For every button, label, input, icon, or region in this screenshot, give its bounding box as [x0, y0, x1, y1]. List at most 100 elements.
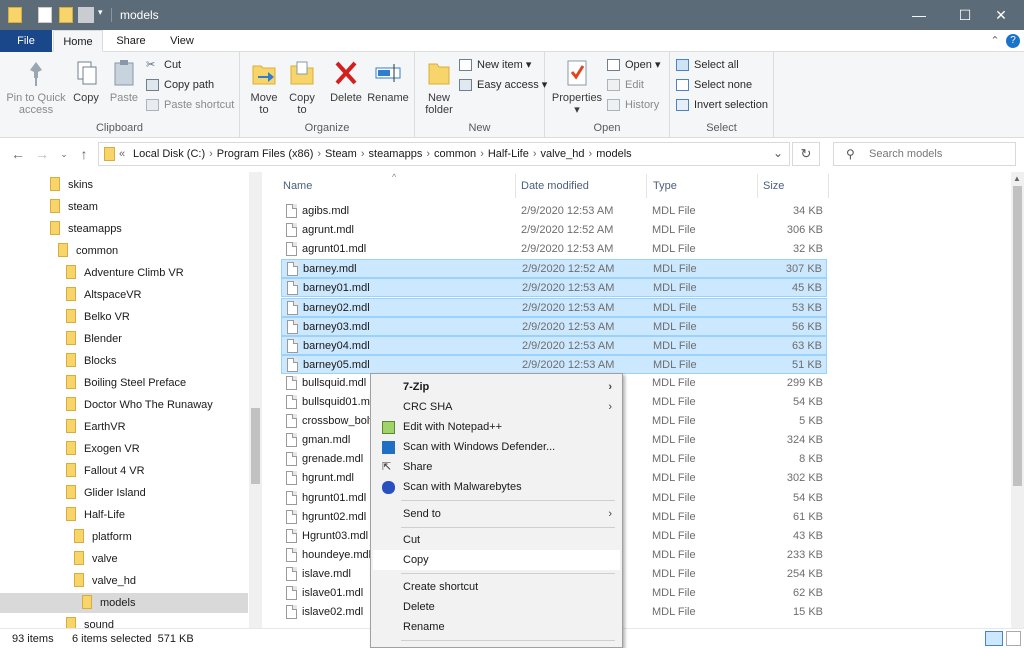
- breadcrumb-separator[interactable]: ›: [480, 148, 484, 160]
- collapse-ribbon-icon[interactable]: ⌃: [988, 30, 1002, 52]
- breadcrumb-item[interactable]: Local Disk (C:): [133, 148, 205, 160]
- table-row[interactable]: barney01.mdl 2/9/2020 12:53 AM MDL File 45 …: [281, 278, 827, 298]
- menu-item-cut[interactable]: Cut: [373, 530, 620, 550]
- properties-icon[interactable]: [38, 7, 52, 23]
- tree-item[interactable]: Doctor Who The Runaway: [66, 395, 213, 415]
- tree-item[interactable]: Glider Island: [66, 483, 146, 503]
- new-folder-button[interactable]: New folder: [419, 58, 459, 116]
- recent-locations-button[interactable]: ⌄: [56, 146, 72, 162]
- breadcrumb-item[interactable]: models: [596, 148, 631, 160]
- breadcrumb-item[interactable]: Steam: [325, 148, 357, 160]
- new-folder-icon[interactable]: [59, 7, 73, 23]
- help-icon[interactable]: ?: [1006, 34, 1020, 48]
- paste-button[interactable]: Paste: [106, 58, 142, 104]
- tree-item[interactable]: steam: [50, 197, 98, 217]
- menu-item-send-to[interactable]: Send to ›: [373, 504, 620, 524]
- menu-item-rename[interactable]: Rename: [373, 617, 620, 637]
- delete-button[interactable]: Delete: [328, 58, 364, 104]
- select-none-button[interactable]: Select none: [676, 76, 752, 94]
- tree-item[interactable]: platform: [74, 527, 132, 547]
- tree-item[interactable]: valve: [74, 549, 118, 569]
- tab-home[interactable]: Home: [53, 30, 103, 52]
- breadcrumb-separator[interactable]: ›: [209, 148, 213, 160]
- undo-icon[interactable]: [78, 7, 94, 23]
- tree-item[interactable]: common: [58, 241, 118, 261]
- tree-item[interactable]: Adventure Climb VR: [66, 263, 184, 283]
- column-size[interactable]: Size: [763, 180, 784, 192]
- move-to-button[interactable]: Move to: [246, 58, 282, 116]
- new-item-button[interactable]: New item ▾: [459, 56, 531, 74]
- tab-view[interactable]: View: [160, 30, 204, 52]
- chevron-down-icon[interactable]: ⌄: [773, 146, 783, 160]
- breadcrumb-separator[interactable]: ›: [361, 148, 365, 160]
- tree-item[interactable]: EarthVR: [66, 417, 126, 437]
- menu-item-windows-defender[interactable]: Scan with Windows Defender...: [373, 437, 620, 457]
- menu-item-delete[interactable]: Delete: [373, 597, 620, 617]
- table-row[interactable]: agrunt01.mdl 2/9/2020 12:53 AM MDL File 32 …: [281, 240, 827, 259]
- menu-item-7zip[interactable]: 7-Zip ›: [373, 377, 620, 397]
- up-button[interactable]: ↑: [76, 146, 92, 162]
- table-row[interactable]: barney05.mdl 2/9/2020 12:53 AM MDL File 51 …: [281, 354, 827, 374]
- column-type[interactable]: Type: [653, 180, 677, 192]
- tree-item[interactable]: steamapps: [50, 219, 122, 239]
- tab-file[interactable]: File: [0, 30, 52, 52]
- minimize-button[interactable]: —: [896, 0, 942, 30]
- table-row[interactable]: barney.mdl 2/9/2020 12:52 AM MDL File 307 K…: [281, 259, 827, 279]
- breadcrumb-separator[interactable]: ›: [317, 148, 321, 160]
- close-button[interactable]: ✕: [978, 0, 1024, 30]
- breadcrumb-overflow[interactable]: «: [119, 148, 125, 160]
- rename-button[interactable]: Rename: [366, 58, 410, 104]
- menu-item-notepadpp[interactable]: Edit with Notepad++: [373, 417, 620, 437]
- list-scrollbar-thumb[interactable]: [1013, 186, 1022, 486]
- invert-selection-button[interactable]: Invert selection: [676, 96, 768, 114]
- nav-scrollbar-thumb[interactable]: [251, 408, 260, 484]
- tree-item[interactable]: Fallout 4 VR: [66, 461, 145, 481]
- tree-item[interactable]: AltspaceVR: [66, 285, 141, 305]
- tree-item[interactable]: skins: [50, 175, 93, 195]
- open-button[interactable]: Open ▾: [607, 56, 661, 74]
- address-bar[interactable]: « Local Disk (C:) › Program Files (x86) › St…: [98, 142, 790, 166]
- copy-button[interactable]: Copy: [68, 58, 104, 104]
- tree-item[interactable]: Blender: [66, 329, 122, 349]
- tree-item[interactable]: valve_hd: [74, 571, 136, 591]
- breadcrumb-item[interactable]: Half-Life: [488, 148, 529, 160]
- breadcrumb-separator[interactable]: ›: [426, 148, 430, 160]
- table-row[interactable]: agrunt.mdl 2/9/2020 12:52 AM MDL File 306 K…: [281, 221, 827, 240]
- breadcrumb-item[interactable]: common: [434, 148, 476, 160]
- history-button[interactable]: History: [607, 96, 659, 114]
- properties-button[interactable]: Properties ▾: [551, 58, 603, 116]
- menu-item-copy[interactable]: Copy: [373, 550, 620, 570]
- cut-button[interactable]: ✂ Cut: [146, 56, 181, 74]
- breadcrumb-item[interactable]: Program Files (x86): [217, 148, 314, 160]
- tree-item[interactable]: Half-Life: [66, 505, 125, 525]
- table-row[interactable]: barney02.mdl 2/9/2020 12:53 AM MDL File 53 …: [281, 297, 827, 317]
- menu-item-crc-sha[interactable]: CRC SHA ›: [373, 397, 620, 417]
- easy-access-button[interactable]: Easy access ▾: [459, 76, 547, 94]
- tree-item[interactable]: sound: [66, 615, 114, 628]
- paste-shortcut-button[interactable]: Paste shortcut: [146, 96, 234, 114]
- forward-button[interactable]: →: [34, 146, 50, 162]
- chevron-up-icon[interactable]: ▲: [1013, 174, 1021, 183]
- table-row[interactable]: agibs.mdl 2/9/2020 12:53 AM MDL File 34 KB: [281, 202, 827, 221]
- breadcrumb-item[interactable]: steamapps: [369, 148, 423, 160]
- copy-to-button[interactable]: Copy to: [284, 58, 320, 116]
- tree-item[interactable]: models: [0, 593, 248, 613]
- tree-item[interactable]: Boiling Steel Preface: [66, 373, 186, 393]
- menu-item-share[interactable]: ⇱ Share: [373, 457, 620, 477]
- customize-toolbar-icon[interactable]: ▾: [98, 7, 106, 23]
- back-button[interactable]: ←: [10, 146, 26, 162]
- tree-item[interactable]: Belko VR: [66, 307, 130, 327]
- breadcrumb-item[interactable]: valve_hd: [541, 148, 585, 160]
- column-date-modified[interactable]: Date modified: [521, 180, 589, 192]
- breadcrumb-separator[interactable]: ›: [589, 148, 593, 160]
- menu-item-create-shortcut[interactable]: Create shortcut: [373, 577, 620, 597]
- breadcrumb-separator[interactable]: ›: [533, 148, 537, 160]
- refresh-button[interactable]: ↻: [792, 142, 820, 166]
- nav-scrollbar[interactable]: [249, 172, 262, 628]
- tree-item[interactable]: Exogen VR: [66, 439, 140, 459]
- edit-button[interactable]: Edit: [607, 76, 644, 94]
- table-row[interactable]: barney04.mdl 2/9/2020 12:53 AM MDL File 63 …: [281, 335, 827, 355]
- copy-path-button[interactable]: Copy path: [146, 76, 214, 94]
- select-all-button[interactable]: Select all: [676, 56, 739, 74]
- table-row[interactable]: barney03.mdl 2/9/2020 12:53 AM MDL File 56 …: [281, 316, 827, 336]
